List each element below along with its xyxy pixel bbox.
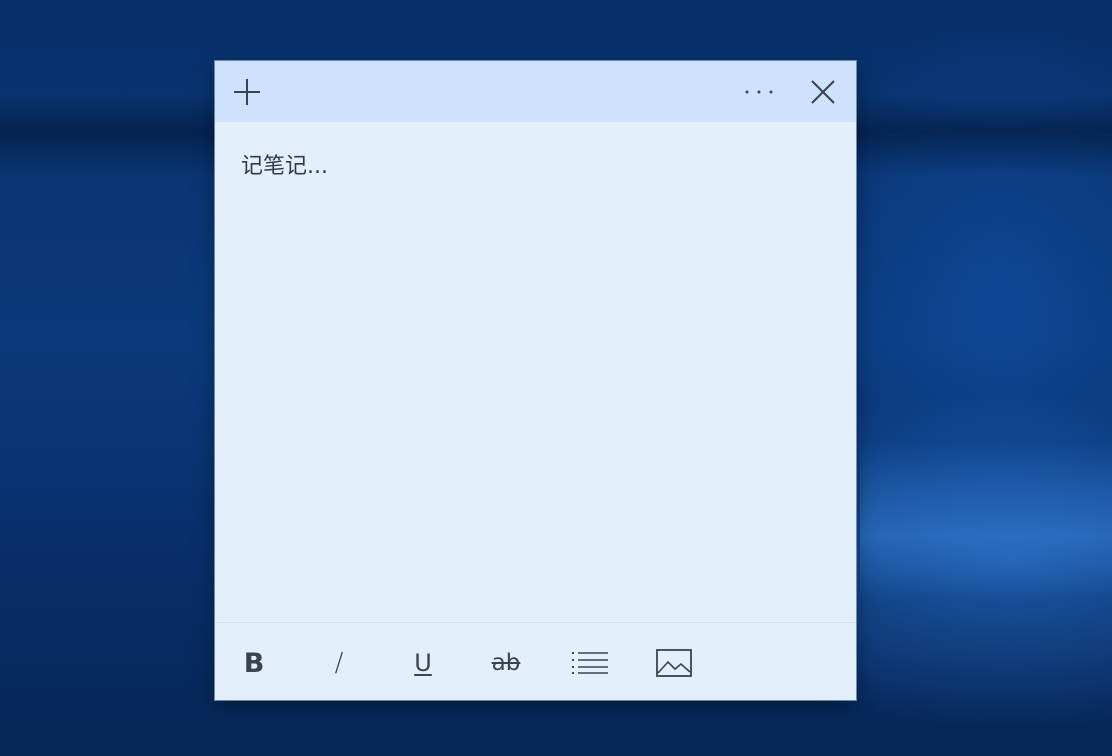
italic-button[interactable]: / <box>316 641 362 685</box>
bold-button[interactable]: B <box>231 641 277 685</box>
note-placeholder: 记笔记... <box>241 154 328 179</box>
image-icon <box>656 649 692 677</box>
desktop-wallpaper-glow <box>860 440 1112 600</box>
close-icon <box>811 79 835 104</box>
strikethrough-label: ab <box>491 650 521 676</box>
bold-label: B <box>243 647 265 679</box>
bullet-list-icon <box>572 652 608 674</box>
note-body: 记笔记... <box>215 122 856 622</box>
note-text-area[interactable]: 记笔记... <box>241 152 831 602</box>
note-title-bar[interactable] <box>215 61 856 122</box>
strikethrough-button[interactable]: ab <box>483 641 529 685</box>
italic-label: / <box>334 648 344 678</box>
new-note-button[interactable] <box>219 61 275 122</box>
underline-button[interactable]: U <box>400 641 446 685</box>
underline-label: U <box>414 649 432 677</box>
sticky-note-window: 记笔记... B / U ab <box>215 61 856 700</box>
insert-image-button[interactable] <box>651 641 697 685</box>
plus-icon <box>234 78 260 105</box>
bullet-list-button[interactable] <box>567 641 613 685</box>
more-horizontal-icon <box>745 90 773 93</box>
format-toolbar: B / U ab <box>215 623 856 700</box>
more-options-button[interactable] <box>731 61 787 122</box>
close-note-button[interactable] <box>795 61 851 122</box>
